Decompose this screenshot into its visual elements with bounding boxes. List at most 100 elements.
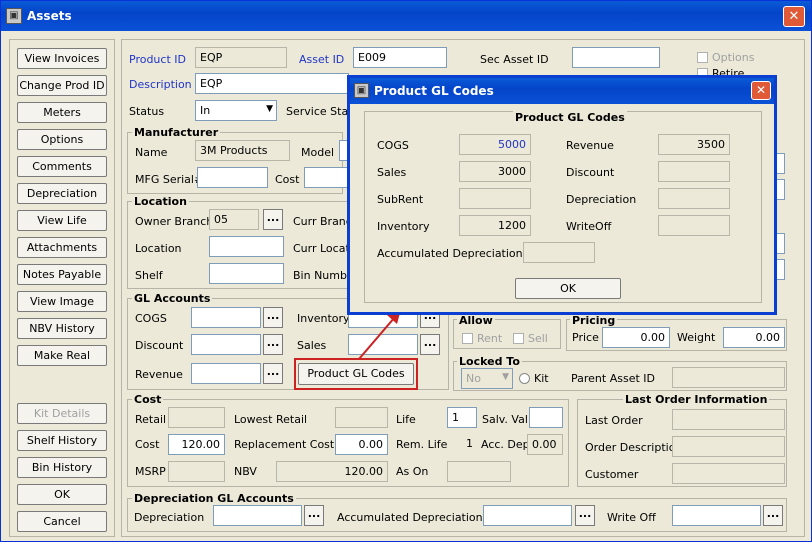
lowest-retail-field xyxy=(335,407,388,428)
rent-checkbox[interactable] xyxy=(462,333,473,344)
dep-gl-write-off-lookup-button[interactable]: ... xyxy=(763,505,783,526)
weight-input[interactable]: 0.00 xyxy=(723,327,785,348)
dialog-title-bar: ▣ Product GL Codes ✕ xyxy=(350,78,774,104)
notes-payable-button[interactable]: Notes Payable xyxy=(17,264,107,285)
dep-gl-accumulated-input[interactable] xyxy=(483,505,572,526)
app-icon: ▣ xyxy=(6,8,22,24)
cogs-lookup-button[interactable]: ... xyxy=(263,307,283,328)
as-on-field xyxy=(447,461,511,482)
dialog-close-button[interactable]: ✕ xyxy=(751,81,771,100)
allow-title: Allow xyxy=(457,314,495,327)
gl-accounts-title: GL Accounts xyxy=(132,292,213,305)
replacement-cost-input[interactable]: 0.00 xyxy=(335,434,388,455)
dep-gl-depreciation-lookup-button[interactable]: ... xyxy=(304,505,324,526)
msrp-field xyxy=(168,461,225,482)
locked-to-select[interactable]: No ▼ xyxy=(461,368,513,389)
location-input[interactable] xyxy=(209,236,284,257)
sales-label: Sales xyxy=(297,339,327,352)
kit-radio[interactable] xyxy=(519,373,530,384)
comments-button[interactable]: Comments xyxy=(17,156,107,177)
shelf-input[interactable] xyxy=(209,263,284,284)
cost-input[interactable]: 120.00 xyxy=(168,434,225,455)
mfg-serial-label: MFG Serial# xyxy=(135,173,204,186)
depreciation-gl-title: Depreciation GL Accounts xyxy=(132,492,296,505)
sell-checkbox[interactable] xyxy=(513,333,524,344)
attachments-button[interactable]: Attachments xyxy=(17,237,107,258)
dialog-revenue-label: Revenue xyxy=(566,139,614,152)
dialog-discount-field xyxy=(658,161,730,182)
kit-details-button[interactable]: Kit Details xyxy=(17,403,107,424)
bin-history-button[interactable]: Bin History xyxy=(17,457,107,478)
discount-lookup-button[interactable]: ... xyxy=(263,334,283,355)
life-input[interactable]: 1 xyxy=(447,407,477,428)
change-prod-id-button[interactable]: Change Prod ID xyxy=(17,75,107,96)
description-input[interactable]: EQP xyxy=(195,73,349,94)
mfg-serial-input[interactable] xyxy=(197,167,268,188)
customer-field xyxy=(672,463,785,484)
options-button[interactable]: Options xyxy=(17,129,107,150)
model-label: Model xyxy=(301,146,335,159)
close-button[interactable]: ✕ xyxy=(783,6,805,27)
dep-gl-depreciation-input[interactable] xyxy=(213,505,302,526)
view-invoices-button[interactable]: View Invoices xyxy=(17,48,107,69)
sell-label: Sell xyxy=(528,332,548,345)
product-id-field: EQP xyxy=(195,47,287,68)
mfg-name-label: Name xyxy=(135,146,168,159)
dialog-subrent-field xyxy=(459,188,531,209)
acc-dep-label: Acc. Dep xyxy=(481,438,530,451)
revenue-lookup-button[interactable]: ... xyxy=(263,363,283,384)
locked-to-value: No xyxy=(466,372,481,385)
view-life-button[interactable]: View Life xyxy=(17,210,107,231)
product-gl-codes-dialog: ▣ Product GL Codes ✕ Product GL Codes CO… xyxy=(347,75,777,315)
dialog-sales-field: 3000 xyxy=(459,161,531,182)
meters-button[interactable]: Meters xyxy=(17,102,107,123)
options-checkbox[interactable] xyxy=(697,52,708,63)
retire-label: Retire xyxy=(712,67,745,75)
dialog-cogs-field: 5000 xyxy=(459,134,531,155)
acc-dep-field: 0.00 xyxy=(527,434,563,455)
ok-button[interactable]: OK xyxy=(17,484,107,505)
parent-asset-id-label: Parent Asset ID xyxy=(571,372,655,385)
mfg-cost-input[interactable] xyxy=(304,167,349,188)
dep-gl-accumulated-lookup-button[interactable]: ... xyxy=(575,505,595,526)
asset-id-input[interactable]: E009 xyxy=(353,47,447,68)
weight-label: Weight xyxy=(677,331,716,344)
sec-asset-id-input[interactable] xyxy=(572,47,660,68)
depreciation-button[interactable]: Depreciation xyxy=(17,183,107,204)
cost-title: Cost xyxy=(132,393,164,406)
nbv-field: 120.00 xyxy=(276,461,388,482)
discount-label: Discount xyxy=(135,339,184,352)
dialog-discount-label: Discount xyxy=(566,166,615,179)
revenue-input[interactable] xyxy=(191,363,261,384)
view-image-button[interactable]: View Image xyxy=(17,291,107,312)
locked-to-title: Locked To xyxy=(457,355,522,368)
description-label: Description xyxy=(129,78,192,91)
status-select[interactable]: In ▼ xyxy=(195,100,277,121)
salv-val-input[interactable] xyxy=(529,407,563,428)
asset-id-label: Asset ID xyxy=(299,53,345,66)
price-input[interactable]: 0.00 xyxy=(602,327,670,348)
parent-asset-id-field xyxy=(672,367,785,388)
dialog-ok-button[interactable]: OK xyxy=(515,278,621,299)
shelf-history-button[interactable]: Shelf History xyxy=(17,430,107,451)
dialog-writeoff-field xyxy=(658,215,730,236)
make-real-button[interactable]: Make Real xyxy=(17,345,107,366)
chevron-down-icon: ▼ xyxy=(502,372,509,382)
cogs-input[interactable] xyxy=(191,307,261,328)
customer-label: Customer xyxy=(585,468,639,481)
dialog-writeoff-label: WriteOff xyxy=(566,220,612,233)
owner-branch-lookup-button[interactable]: ... xyxy=(263,209,283,230)
replacement-cost-label: Replacement Cost xyxy=(234,438,335,451)
sales-lookup-button[interactable]: ... xyxy=(420,334,440,355)
as-on-label: As On xyxy=(396,465,429,478)
order-description-label: Order Description xyxy=(585,441,683,454)
order-description-field xyxy=(672,436,785,457)
cancel-button[interactable]: Cancel xyxy=(17,511,107,532)
location-label: Location xyxy=(135,242,182,255)
discount-input[interactable] xyxy=(191,334,261,355)
dep-gl-write-off-input[interactable] xyxy=(672,505,761,526)
dialog-depreciation-label: Depreciation xyxy=(566,193,637,206)
dialog-acc-dep-field xyxy=(523,242,595,263)
nbv-history-button[interactable]: NBV History xyxy=(17,318,107,339)
dep-gl-write-off-label: Write Off xyxy=(607,511,656,524)
